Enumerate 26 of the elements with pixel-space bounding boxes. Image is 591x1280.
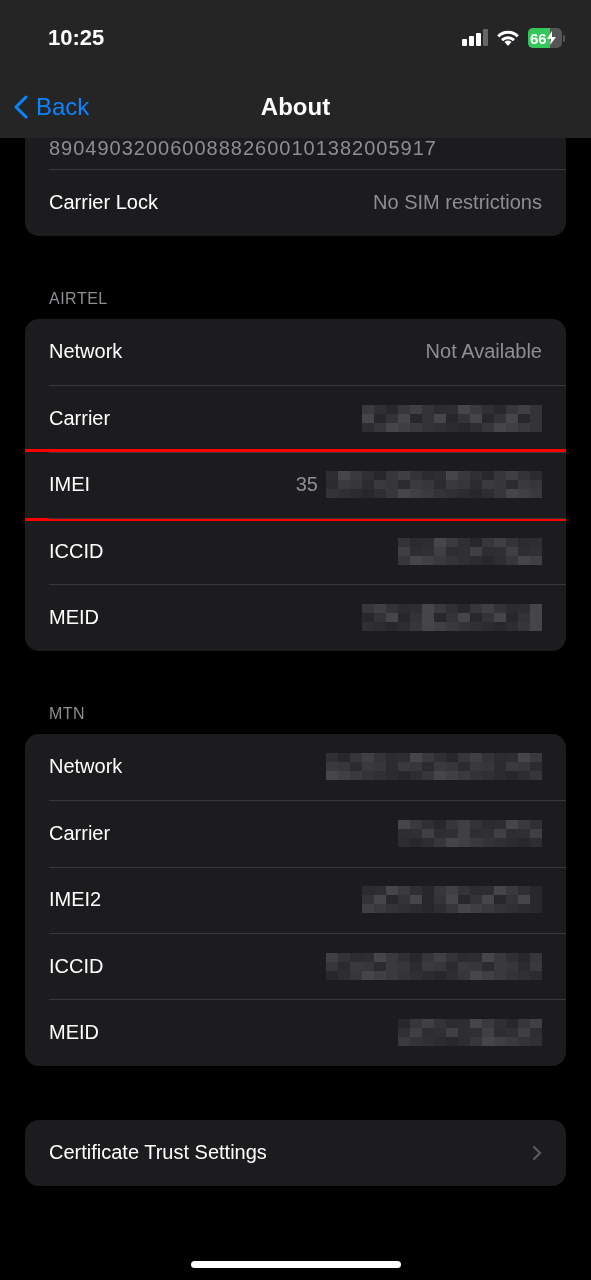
page-title: About: [260, 93, 331, 120]
row-label: Network: [49, 755, 123, 779]
row-value: Not Available: [425, 340, 542, 364]
chevron-left-icon: [14, 95, 28, 119]
section-header: AIRTEL: [48, 288, 109, 309]
back-button[interactable]: Back: [0, 92, 96, 122]
row-value: No SIM restrictions: [373, 191, 542, 215]
row-label: ICCID: [49, 539, 104, 563]
row-label: ICCID: [49, 954, 104, 978]
signal-icon: [462, 29, 488, 47]
clock-time: 10:25: [48, 25, 105, 51]
battery-icon: 66: [528, 28, 565, 48]
row-label: Network: [49, 340, 123, 364]
section-header: MTN: [48, 703, 87, 724]
row-label: Carrier: [49, 821, 111, 845]
row-label[interactable]: Certificate Trust Settings: [49, 1141, 267, 1165]
row-label: Carrier Lock: [49, 191, 158, 215]
row-value: 35: [295, 473, 318, 497]
row-value: 89049032006008882600101382005917: [49, 138, 437, 160]
row-label: IMEI2: [49, 888, 102, 912]
row-label: MEID: [49, 606, 99, 630]
chevron-icon: [532, 1144, 542, 1161]
row-label: IMEI: [49, 473, 91, 497]
row-label: Carrier: [49, 406, 111, 430]
row-label: MEID: [49, 1021, 99, 1044]
wifi-icon: [496, 29, 520, 47]
